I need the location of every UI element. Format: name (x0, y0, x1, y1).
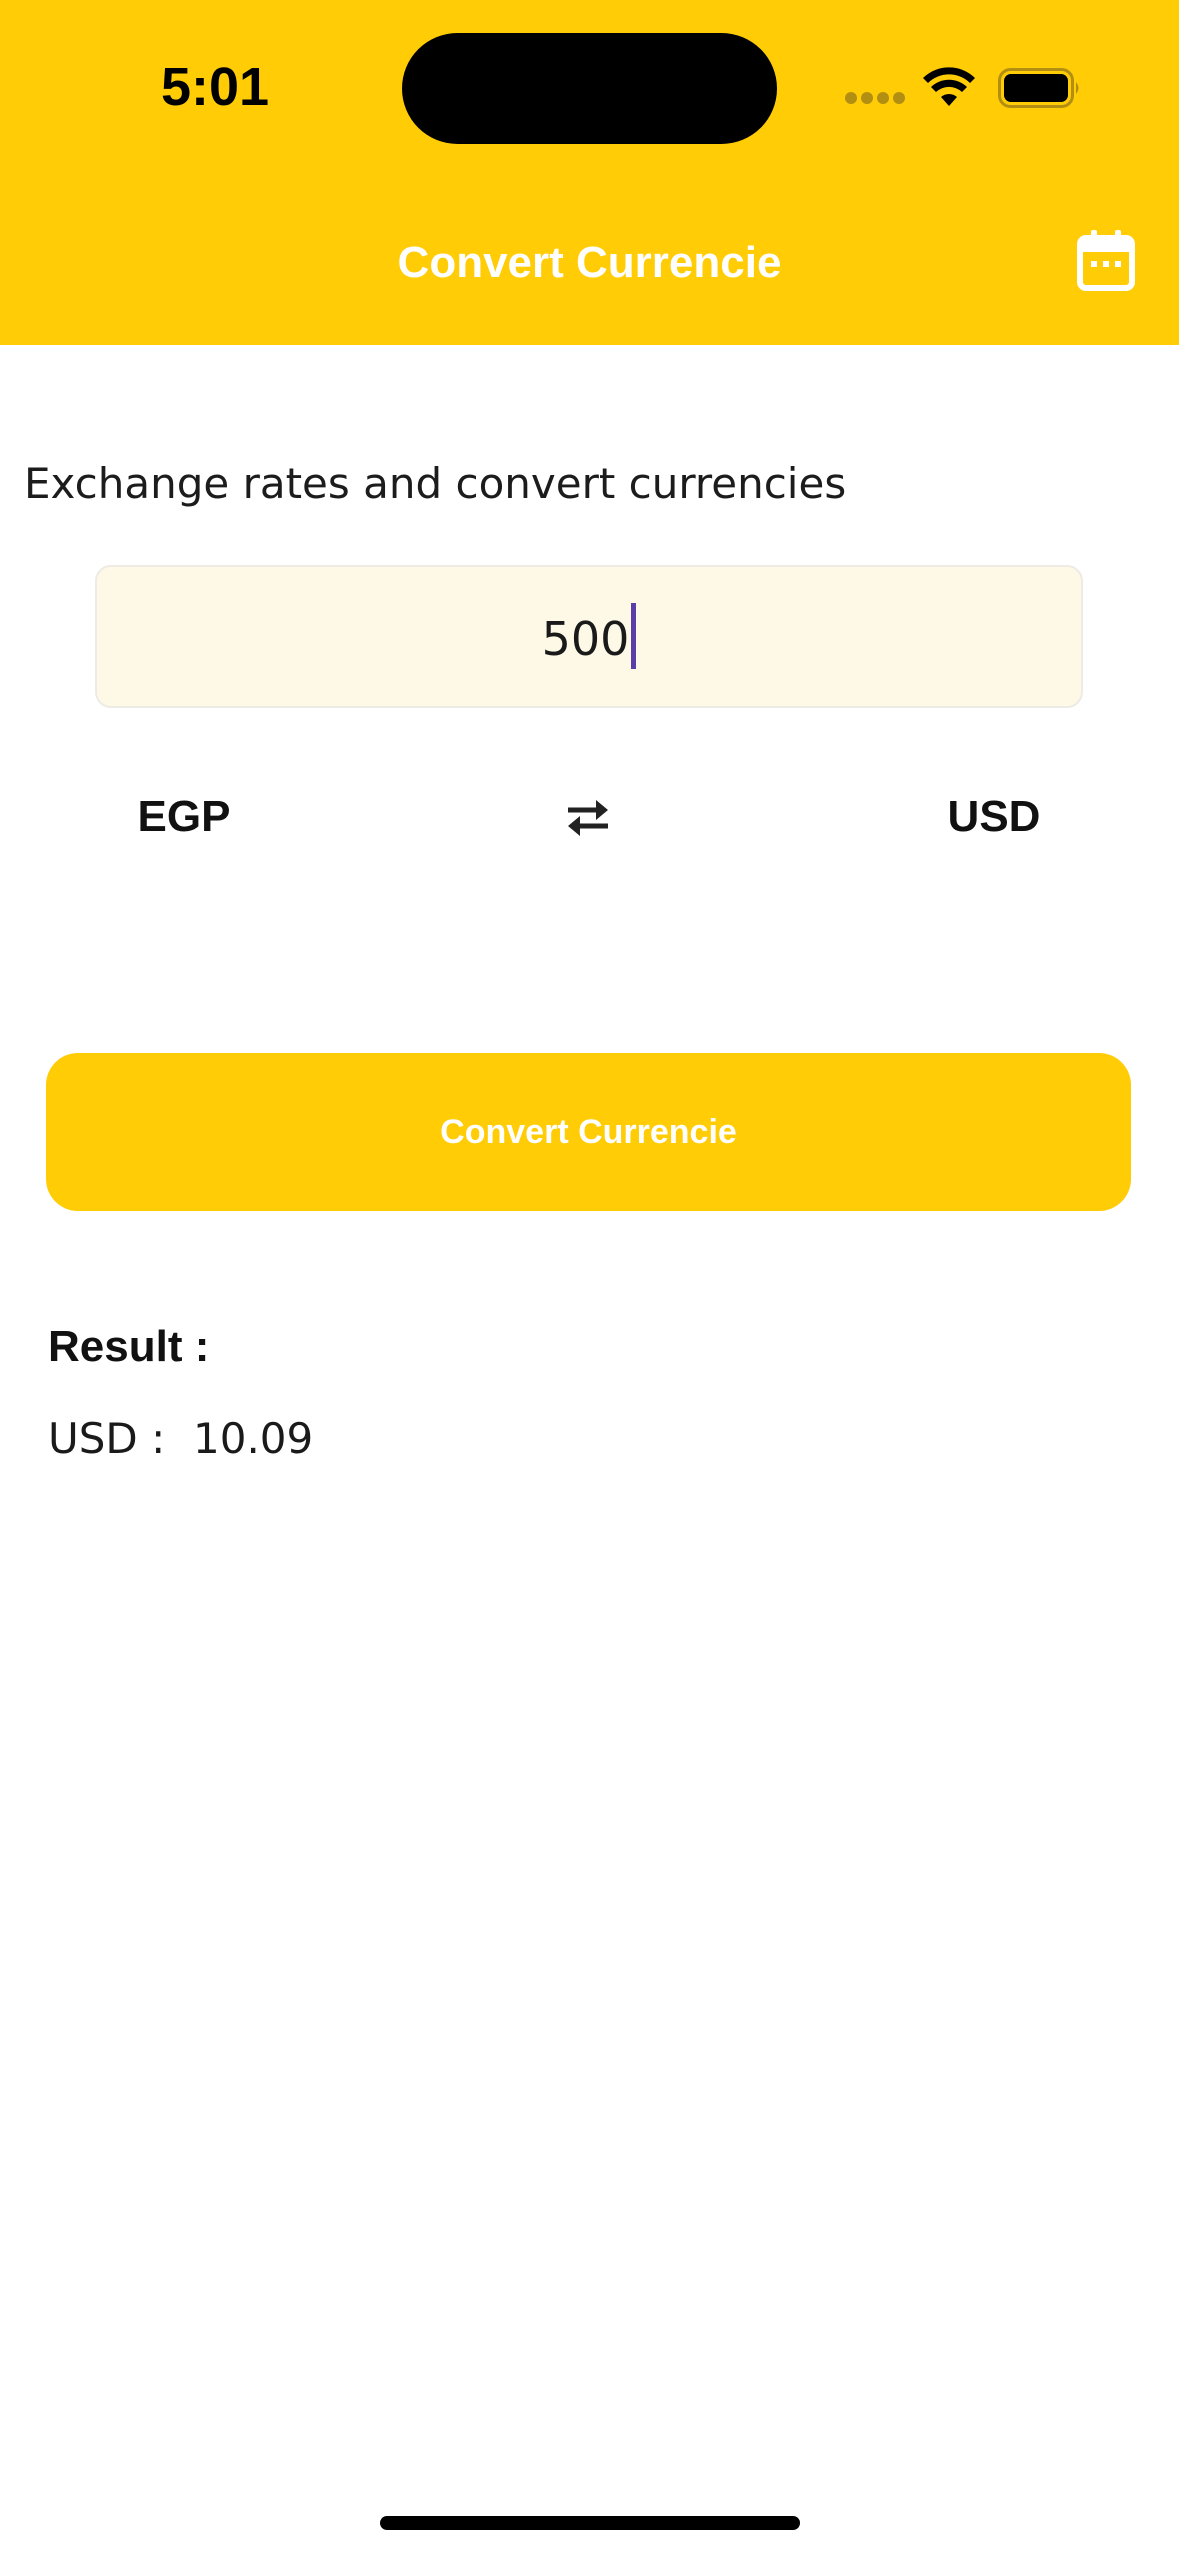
dynamic-island (402, 33, 777, 144)
app-header: 5:01 Convert Currencie (0, 0, 1179, 345)
swap-arrows-icon[interactable] (560, 795, 616, 841)
description-text: Exchange rates and convert currencies (24, 459, 847, 508)
wifi-icon (923, 67, 975, 106)
from-currency-selector[interactable]: EGP (100, 785, 268, 849)
battery-icon (998, 68, 1079, 108)
convert-button[interactable]: Convert Currencie (46, 1053, 1131, 1211)
home-indicator[interactable] (380, 2516, 800, 2530)
amount-input[interactable]: 500 (95, 565, 1083, 708)
result-currency: USD : (48, 1414, 166, 1463)
status-time: 5:01 (160, 57, 270, 117)
text-caret (631, 603, 637, 669)
page-title: Convert Currencie (397, 238, 782, 287)
cellular-signal-icon (845, 92, 907, 106)
result-row: USD : 10.09 (48, 1406, 313, 1472)
to-currency-selector[interactable]: USD (910, 785, 1078, 849)
result-label: Result : (48, 1322, 210, 1371)
amount-value: 500 (541, 612, 630, 666)
calendar-icon[interactable] (1076, 228, 1136, 292)
result-value: 10.09 (193, 1414, 314, 1463)
convert-button-label: Convert Currencie (440, 1113, 737, 1151)
